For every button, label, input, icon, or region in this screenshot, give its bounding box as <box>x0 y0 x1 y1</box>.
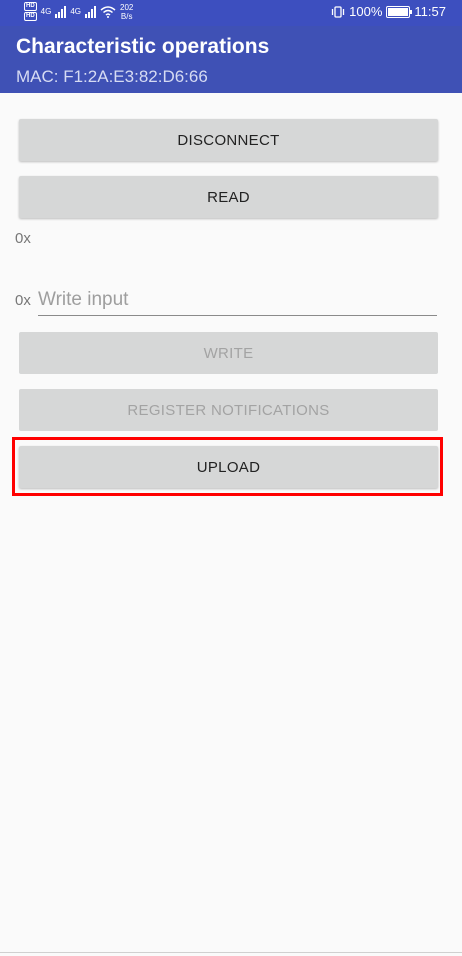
bottom-divider <box>0 952 462 953</box>
clock: 11:57 <box>414 4 446 19</box>
read-value-label: 0x <box>15 230 31 247</box>
signal-icon <box>55 5 67 18</box>
hd-icon: HD <box>24 2 37 11</box>
highlight-box <box>12 437 443 496</box>
write-button[interactable]: WRITE <box>19 332 438 374</box>
battery-percent: 100% <box>349 4 383 19</box>
status-left: HD HD 4G 4G 202 B/s <box>24 2 133 21</box>
hd-icon: HD <box>24 12 37 21</box>
read-button[interactable]: READ <box>19 176 438 218</box>
status-right: 100% 11:57 <box>331 4 446 19</box>
app-bar: Characteristic operations MAC: F1:2A:E3:… <box>0 26 462 93</box>
status-bar: HD HD 4G 4G 202 B/s 100% 11:57 <box>0 0 462 26</box>
wifi-icon <box>100 5 116 18</box>
write-prefix-label: 0x <box>15 292 31 309</box>
mac-address: MAC: F1:2A:E3:82:D6:66 <box>16 67 208 86</box>
signal-icon <box>85 5 97 18</box>
network-type-1: 4G <box>40 7 52 16</box>
network-type-2: 4G <box>70 7 82 16</box>
disconnect-button[interactable]: DISCONNECT <box>19 119 438 161</box>
register-notifications-button[interactable]: REGISTER NOTIFICATIONS <box>19 389 438 431</box>
battery-fill <box>388 7 409 16</box>
hd-icon-group: HD HD <box>24 2 37 21</box>
page-title: Characteristic operations <box>16 35 270 58</box>
network-speed: 202 B/s <box>120 3 133 21</box>
write-input[interactable] <box>38 285 437 316</box>
battery-icon <box>386 5 413 18</box>
network-speed-value: 202 <box>120 2 134 12</box>
vibrate-icon <box>332 5 345 18</box>
network-speed-unit: B/s <box>120 11 133 21</box>
